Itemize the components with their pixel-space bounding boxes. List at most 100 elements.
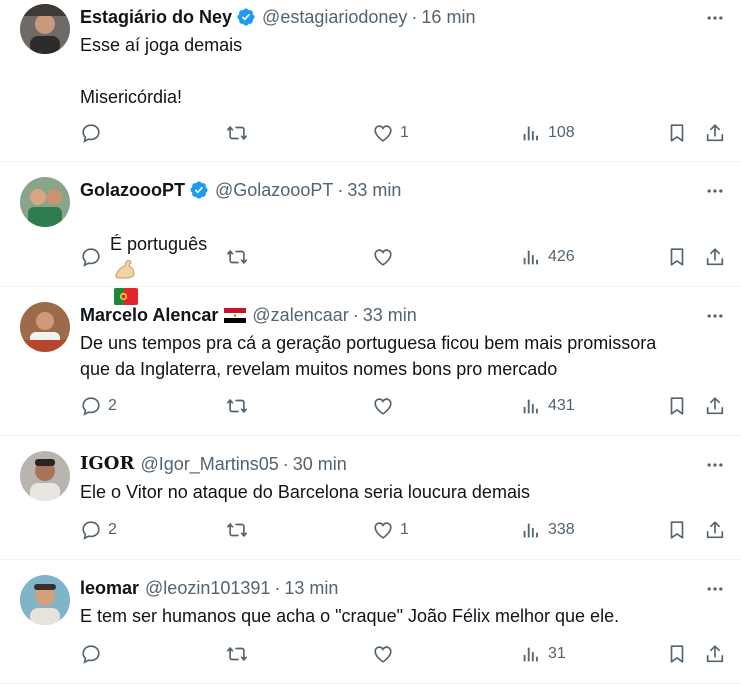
- share-icon: [706, 397, 724, 415]
- avatar[interactable]: [20, 575, 70, 625]
- like-button[interactable]: 1: [372, 519, 409, 541]
- bookmark-button[interactable]: [666, 122, 688, 144]
- views-count: 338: [548, 521, 575, 538]
- share-icon: [706, 248, 724, 266]
- more-icon[interactable]: [703, 304, 727, 328]
- timestamp[interactable]: 30 min: [293, 453, 347, 475]
- bookmark-button[interactable]: [666, 395, 688, 417]
- views-icon: [523, 647, 538, 662]
- bookmark-icon: [670, 645, 684, 663]
- tweet[interactable]: Estagiário do Ney @estagiariodoney · 16 …: [0, 0, 741, 162]
- retweet-button[interactable]: [226, 122, 254, 144]
- retweet-icon: [227, 250, 247, 264]
- retweet-button[interactable]: [226, 643, 254, 665]
- share-button[interactable]: [704, 246, 726, 268]
- tweet-text: Ele o Vitor no ataque do Barcelona seria…: [80, 482, 530, 502]
- reply-count: 2: [108, 397, 117, 414]
- retweet-icon: [227, 647, 247, 661]
- reply-icon: [82, 521, 100, 540]
- share-icon: [706, 645, 724, 663]
- reply-icon: [82, 248, 100, 267]
- reply-button[interactable]: [80, 643, 108, 665]
- handle[interactable]: @leozin101391: [145, 577, 270, 599]
- more-icon[interactable]: [703, 577, 727, 601]
- reply-button[interactable]: 2: [80, 519, 117, 541]
- handle[interactable]: @estagiariodoney: [262, 6, 407, 28]
- like-button[interactable]: 1: [372, 122, 409, 144]
- avatar[interactable]: [20, 177, 70, 227]
- more-icon[interactable]: [703, 453, 727, 477]
- views-icon: [523, 523, 538, 538]
- retweet-button[interactable]: [226, 246, 254, 268]
- display-name[interactable]: Marcelo Alencar: [80, 304, 218, 326]
- share-button[interactable]: [704, 643, 726, 665]
- timestamp[interactable]: 33 min: [347, 179, 401, 201]
- views-button[interactable]: 426: [520, 246, 575, 268]
- retweet-icon: [227, 523, 247, 537]
- timestamp[interactable]: 13 min: [284, 577, 338, 599]
- handle[interactable]: @Igor_Martins05: [140, 453, 278, 475]
- reply-icon: [82, 397, 100, 416]
- like-button[interactable]: [372, 395, 400, 417]
- tweet[interactable]: IGOR @Igor_Martins05 · 30 min Ele o Vito…: [0, 436, 741, 560]
- views-count: 31: [548, 645, 566, 662]
- handle[interactable]: @zalencaar: [252, 304, 348, 326]
- share-button[interactable]: [704, 519, 726, 541]
- separator-dot: ·: [282, 454, 289, 474]
- bookmark-icon: [670, 397, 684, 415]
- reply-button[interactable]: 2: [80, 395, 117, 417]
- retweet-icon: [227, 126, 247, 140]
- share-icon: [706, 124, 724, 142]
- like-count: 1: [400, 521, 409, 538]
- display-name[interactable]: leomar: [80, 577, 139, 599]
- share-icon: [706, 521, 724, 539]
- separator-dot: ·: [274, 578, 281, 598]
- views-icon: [523, 399, 538, 414]
- separator-dot: ·: [411, 7, 418, 27]
- bookmark-button[interactable]: [666, 643, 688, 665]
- like-button[interactable]: [372, 246, 400, 268]
- timestamp[interactable]: 33 min: [363, 304, 417, 326]
- handle[interactable]: @GolazoooPT: [215, 179, 333, 201]
- bookmark-button[interactable]: [666, 519, 688, 541]
- tweet-text: E tem ser humanos que acha o "craque" Jo…: [80, 606, 620, 626]
- reply-icon: [82, 645, 100, 664]
- reply-button[interactable]: [80, 246, 108, 268]
- like-icon: [374, 646, 392, 663]
- more-icon[interactable]: [703, 179, 727, 203]
- verified-icon: [237, 8, 255, 26]
- retweet-button[interactable]: [226, 395, 254, 417]
- like-icon: [374, 125, 392, 142]
- like-icon: [374, 249, 392, 266]
- bookmark-icon: [670, 124, 684, 142]
- avatar[interactable]: [20, 302, 70, 352]
- like-button[interactable]: [372, 643, 400, 665]
- views-button[interactable]: 338: [520, 519, 575, 541]
- avatar[interactable]: [20, 4, 70, 54]
- views-count: 426: [548, 248, 575, 265]
- display-name[interactable]: Estagiário do Ney: [80, 6, 232, 28]
- display-name[interactable]: GolazoooPT: [80, 179, 185, 201]
- tweet[interactable]: GolazoooPT @GolazoooPT · 33 min É portug…: [0, 162, 741, 305]
- views-icon: [523, 250, 538, 265]
- views-button[interactable]: 108: [520, 122, 575, 144]
- views-button[interactable]: 431: [520, 395, 575, 417]
- display-name[interactable]: IGOR: [80, 453, 134, 475]
- more-icon[interactable]: [703, 6, 727, 30]
- tweet-text: De uns tempos pra cá a geração portugues…: [80, 333, 657, 379]
- reply-count: 2: [108, 521, 117, 538]
- bookmark-button[interactable]: [666, 246, 688, 268]
- timestamp[interactable]: 16 min: [421, 6, 475, 28]
- reply-button[interactable]: [80, 122, 108, 144]
- views-button[interactable]: 31: [520, 643, 566, 665]
- like-count: 1: [400, 124, 409, 141]
- share-button[interactable]: [704, 395, 726, 417]
- egypt-flag-icon: [224, 307, 247, 323]
- retweet-icon: [227, 399, 247, 413]
- tweet[interactable]: leomar @leozin101391 · 13 min E tem ser …: [0, 560, 741, 684]
- tweet-text: Esse aí joga demais Misericórdia!: [80, 35, 243, 107]
- avatar[interactable]: [20, 451, 70, 501]
- share-button[interactable]: [704, 122, 726, 144]
- retweet-button[interactable]: [226, 519, 254, 541]
- tweet[interactable]: Marcelo Alencar @zalencaar · 33 min De u…: [0, 287, 741, 436]
